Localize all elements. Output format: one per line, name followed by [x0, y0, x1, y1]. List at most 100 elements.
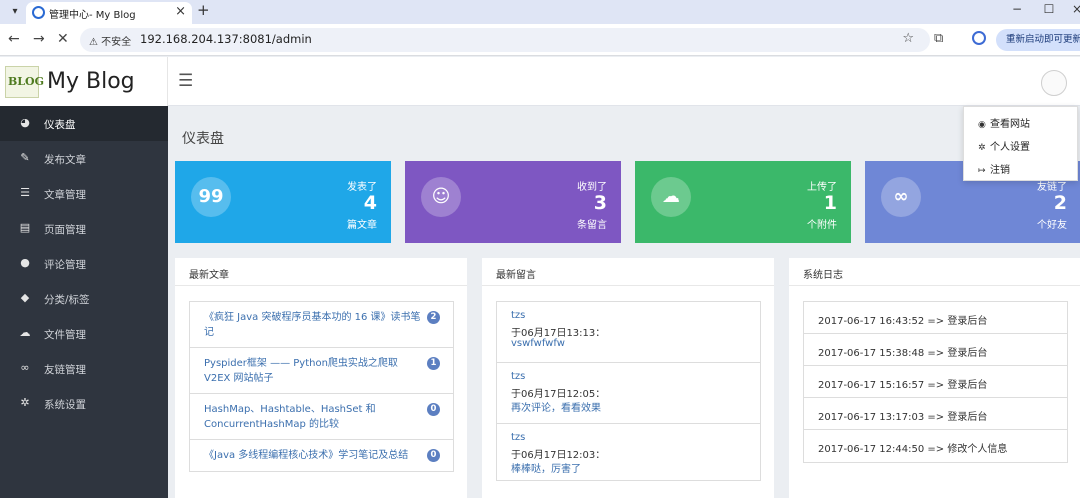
menu-item-view-site[interactable]: ◉ 查看网站 [978, 115, 1030, 130]
log-entry: 2017-06-17 13:17:03 => 登录后台 [804, 398, 1067, 430]
edit-icon: ✎ [20, 151, 30, 164]
page-title: 仪表盘 [182, 131, 224, 147]
logo-area[interactable]: BLOG My Blog [0, 57, 168, 106]
comment-text-link[interactable]: vswfwfwfw [511, 338, 565, 349]
sidebar-item-dashboard[interactable]: ◕ 仪表盘 [0, 106, 168, 141]
log-entry: 2017-06-17 12:44:50 => 修改个人信息 [804, 430, 1067, 462]
back-icon[interactable]: ← [8, 31, 20, 47]
menu-item-label: 注销 [990, 165, 1010, 176]
url-text[interactable]: 192.168.204.137:8081/admin [140, 32, 312, 46]
sidebar-item-categories[interactable]: ◆ 分类/标签 [0, 281, 168, 316]
new-tab-button[interactable]: + [197, 1, 210, 19]
minimize-button[interactable]: − [1002, 2, 1032, 16]
log-entry: 2017-06-17 16:43:52 => 登录后台 [804, 302, 1067, 334]
chat-icon: ☺ [421, 177, 461, 217]
settings-icon: ✲ [978, 143, 986, 153]
address-bar[interactable]: ⚠ 不安全 192.168.204.137:8081/admin ☆ [80, 28, 930, 52]
sidebar-item-publish[interactable]: ✎ 发布文章 [0, 141, 168, 176]
list-icon: ☰ [20, 186, 30, 199]
app-title[interactable]: My Blog [47, 69, 135, 94]
profile-icon[interactable] [972, 31, 986, 45]
stat-bottom-label: 条留言 [577, 220, 607, 231]
logout-icon: ↦ [978, 166, 986, 176]
comment-author-link[interactable]: tzs [511, 310, 525, 321]
menu-toggle-icon[interactable]: ☰ [178, 71, 193, 91]
top-header: ☰ [168, 57, 1080, 106]
user-avatar[interactable] [1041, 70, 1067, 96]
sidebar-item-links[interactable]: ∞ 友链管理 [0, 351, 168, 386]
file-icon: ▤ [19, 221, 31, 234]
tab-title: 管理中心- My Blog [49, 10, 136, 21]
stat-top-label: 收到了 [577, 182, 607, 193]
upload-icon: ☁ [651, 177, 691, 217]
system-log-panel: 系统日志 2017-06-17 16:43:52 => 登录后台 2017-06… [789, 258, 1080, 498]
log-text: 2017-06-17 15:16:57 => 登录后台 [818, 380, 988, 391]
log-text: 2017-06-17 12:44:50 => 修改个人信息 [818, 444, 1008, 455]
tags-icon: ◆ [20, 291, 30, 304]
log-text: 2017-06-17 13:17:03 => 登录后台 [818, 412, 988, 423]
security-indicator[interactable]: ⚠ 不安全 [89, 33, 131, 48]
browser-tab[interactable]: 管理中心- My Blog × [26, 2, 192, 24]
stop-icon[interactable]: ✕ [57, 31, 69, 47]
eye-icon: ◉ [978, 120, 986, 130]
list-item[interactable]: 《疯狂 Java 突破程序员基本功的 16 课》读书笔记 2 [190, 302, 453, 348]
sidebar-item-label: 系统设置 [44, 399, 86, 411]
sidebar-item-label: 页面管理 [44, 224, 86, 236]
bookmark-star-icon[interactable]: ☆ [902, 31, 914, 46]
dashboard-icon: ◕ [20, 116, 30, 129]
article-link[interactable]: Pyspider框架 —— Python爬虫实战之爬取 V2EX 网站帖子 [204, 356, 426, 386]
latest-comments-panel: 最新留言 tzs 于06月17日13:13： vswfwfwfw tzs 于06… [482, 258, 774, 498]
comment-count-badge: 1 [427, 357, 440, 370]
gear-icon: ✲ [20, 396, 30, 409]
user-dropdown-menu: ◉ 查看网站 ✲ 个人设置 ↦ 注销 [963, 106, 1078, 181]
list-item[interactable]: Pyspider框架 —— Python爬虫实战之爬取 V2EX 网站帖子 1 [190, 348, 453, 394]
article-link[interactable]: 《疯狂 Java 突破程序员基本功的 16 课》读书笔记 [204, 310, 426, 340]
comment-count-badge: 2 [427, 311, 440, 324]
extensions-icon[interactable]: ⧉ [934, 31, 943, 46]
sidebar-item-label: 文件管理 [44, 329, 86, 341]
list-item: tzs 于06月17日13:13： vswfwfwfw [497, 302, 760, 363]
latest-articles-panel: 最新文章 《疯狂 Java 突破程序员基本功的 16 课》读书笔记 2 Pysp… [175, 258, 467, 498]
comment-author-link[interactable]: tzs [511, 432, 525, 443]
panel-title: 最新留言 [496, 270, 536, 281]
panel-header: 最新留言 [482, 258, 774, 286]
comment-time: 于06月17日13:13： [511, 328, 606, 339]
sidebar-item-pages[interactable]: ▤ 页面管理 [0, 211, 168, 246]
sidebar: ◕ 仪表盘 ✎ 发布文章 ☰ 文章管理 ▤ 页面管理 ● 评论管理 ◆ 分类/标… [0, 106, 168, 498]
list-item[interactable]: 《Java 多线程编程核心技术》学习笔记及总结 0 [190, 440, 453, 471]
maximize-button[interactable]: ☐ [1034, 2, 1064, 16]
comment-text-link[interactable]: 再次评论，看看效果 [511, 399, 601, 414]
menu-item-profile-settings[interactable]: ✲ 个人设置 [978, 138, 1030, 153]
stat-bottom-label: 个附件 [807, 220, 837, 231]
list-item: tzs 于06月17日12:05： 再次评论，看看效果 [497, 363, 760, 424]
log-entry: 2017-06-17 15:38:48 => 登录后台 [804, 334, 1067, 366]
article-link[interactable]: 《Java 多线程编程核心技术》学习笔记及总结 [204, 448, 426, 463]
comment-author-link[interactable]: tzs [511, 371, 525, 382]
update-button[interactable]: 重新启动即可更新 [996, 29, 1080, 51]
menu-item-logout[interactable]: ↦ 注销 [978, 161, 1010, 176]
list-item[interactable]: HashMap、Hashtable、HashSet 和 ConcurrentHa… [190, 394, 453, 440]
comment-time: 于06月17日12:03： [511, 450, 606, 461]
sidebar-item-label: 文章管理 [44, 189, 86, 201]
stat-card-attachments[interactable]: ☁ 上传了 1 个附件 [635, 161, 851, 243]
sidebar-item-files[interactable]: ☁ 文件管理 [0, 316, 168, 351]
stat-card-articles[interactable]: 99 发表了 4 篇文章 [175, 161, 391, 243]
close-window-button[interactable]: × [1062, 2, 1080, 16]
panel-title: 最新文章 [189, 270, 229, 281]
panel-header: 最新文章 [175, 258, 467, 286]
sidebar-item-comments[interactable]: ● 评论管理 [0, 246, 168, 281]
tab-search-button[interactable]: ▾ [6, 3, 24, 21]
stat-top-label: 发表了 [347, 182, 377, 193]
list-item: tzs 于06月17日12:03： 棒棒哒，厉害了 [497, 424, 760, 480]
log-text: 2017-06-17 16:43:52 => 登录后台 [818, 316, 988, 327]
menu-item-label: 查看网站 [990, 119, 1030, 130]
comment-text-link[interactable]: 棒棒哒，厉害了 [511, 460, 581, 475]
forward-icon[interactable]: → [33, 31, 45, 47]
sidebar-item-articles[interactable]: ☰ 文章管理 [0, 176, 168, 211]
browser-toolbar: ← → ✕ ⚠ 不安全 192.168.204.137:8081/admin ☆… [0, 24, 1080, 56]
article-link[interactable]: HashMap、Hashtable、HashSet 和 ConcurrentHa… [204, 402, 426, 432]
tab-close-icon[interactable]: × [175, 4, 186, 19]
stat-card-comments[interactable]: ☺ 收到了 3 条留言 [405, 161, 621, 243]
browser-tab-bar: ▾ 管理中心- My Blog × + − ☐ × [0, 0, 1080, 24]
sidebar-item-settings[interactable]: ✲ 系统设置 [0, 386, 168, 421]
